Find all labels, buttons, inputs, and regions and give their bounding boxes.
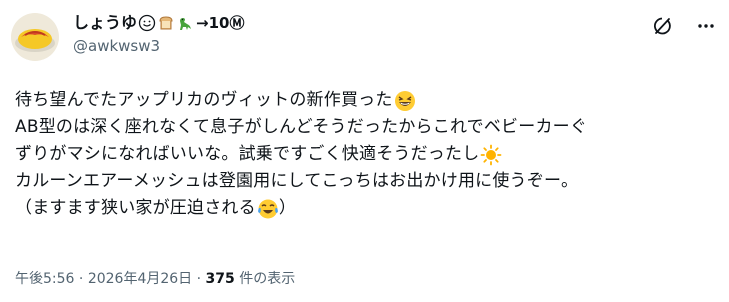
slash-circle-icon — [654, 17, 671, 35]
omurice-avatar-icon — [11, 13, 59, 61]
dinosaur-icon — [180, 18, 192, 30]
post-line-text: ） — [278, 198, 297, 218]
more-button[interactable] — [695, 15, 717, 37]
post-line: ずりがマシになればいいな。試乗ですごく快適そうだったし — [15, 141, 719, 168]
post-line-text: （ますます狭い家が圧迫される — [15, 198, 256, 218]
grok-button[interactable] — [651, 15, 673, 37]
tweet-card: しょうゆ →10Ⓜ @awkwsw3 待ち望んでたアップリカのヴィットの新作買っ… — [0, 0, 729, 302]
tears-of-joy-icon — [257, 199, 278, 218]
smile-face-icon — [138, 14, 156, 32]
meta-separator: · — [74, 271, 88, 287]
post-line-text: カルーンエアーメッシュは登園用にしてこっちはお出かけ用に使うぞー。 — [15, 171, 579, 191]
avatar[interactable] — [11, 13, 59, 61]
timestamp-link[interactable]: 午後5:56 · 2026年4月26日 — [15, 271, 192, 287]
grinning-squint-icon — [394, 90, 415, 111]
post-line: カルーンエアーメッシュは登園用にしてこっちはお出かけ用に使うぞー。 — [15, 168, 719, 195]
post-line-text: 待ち望んでたアップリカのヴィットの新作買った — [15, 90, 393, 110]
views-count: 375 — [205, 271, 235, 287]
bread-icon — [159, 16, 173, 30]
post-line-text: AB型のは深く座れなくて息子がしんどそうだったからこれでベビーカーぐ — [15, 117, 588, 137]
more-dots-icon — [698, 24, 714, 28]
author-block: しょうゆ →10Ⓜ @awkwsw3 — [73, 12, 244, 56]
post-line: AB型のは深く座れなくて息子がしんどそうだったからこれでベビーカーぐ — [15, 114, 719, 141]
post-date: 2026年4月26日 — [87, 271, 193, 287]
top-actions — [651, 15, 717, 37]
post-meta: 午後5:56 · 2026年4月26日 · 375 件の表示 — [15, 268, 295, 288]
post-line-text: ずりがマシになればいいな。試乗ですごく快適そうだったし — [15, 144, 480, 164]
display-name[interactable]: しょうゆ →10Ⓜ — [73, 12, 244, 34]
post-line: 待ち望んでたアップリカのヴィットの新作買った — [15, 87, 719, 114]
post-line: （ますます狭い家が圧迫される ） — [15, 195, 719, 222]
user-handle[interactable]: @awkwsw3 — [73, 36, 244, 56]
post-time: 午後5:56 — [15, 271, 75, 287]
display-name-suffix: →10Ⓜ — [196, 14, 245, 32]
sun-icon — [481, 144, 502, 165]
meta-separator: · — [192, 271, 206, 287]
display-name-text: しょうゆ — [73, 13, 138, 32]
post-text: 待ち望んでたアップリカのヴィットの新作買った AB型のは深く座れなくて息子がしん… — [15, 87, 719, 222]
views-label: 件の表示 — [234, 271, 296, 287]
